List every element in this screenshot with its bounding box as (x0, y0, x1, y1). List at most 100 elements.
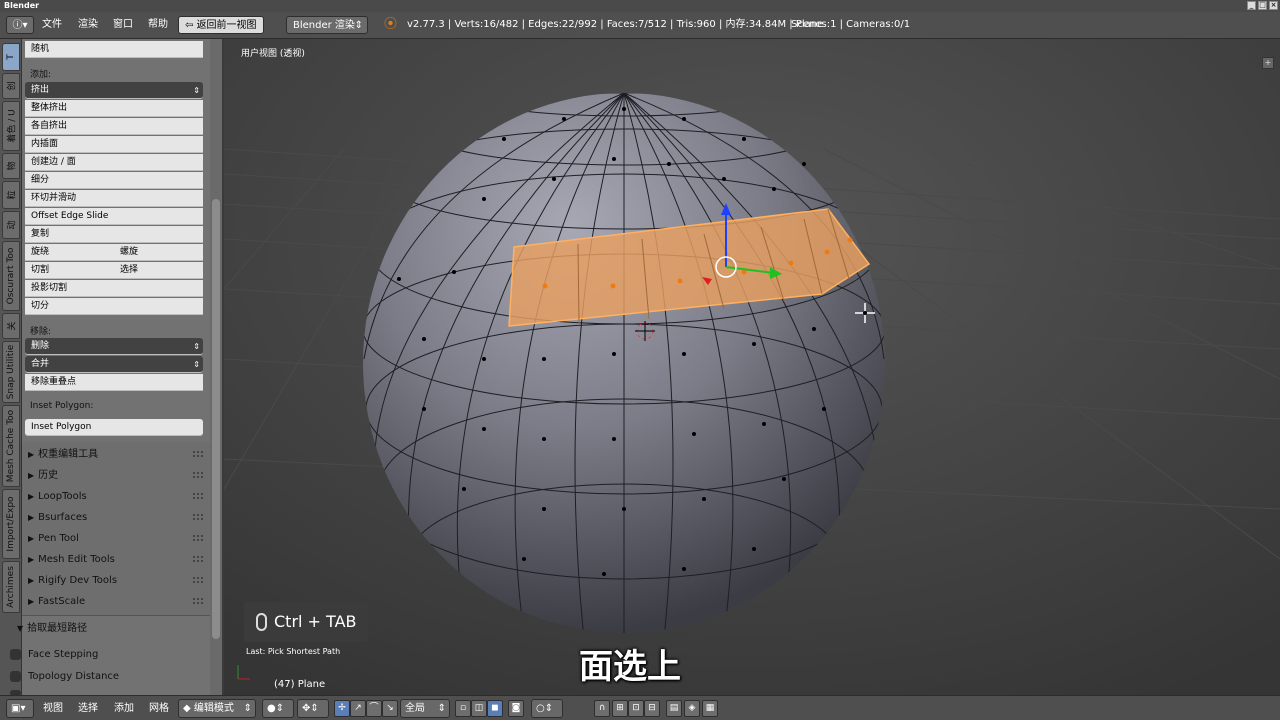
section-pen-tool[interactable]: ▶ Pen Tool (25, 528, 207, 549)
proportional-edit-select[interactable]: ○⇕ (531, 699, 563, 718)
key-hint: Ctrl + TAB (274, 612, 357, 631)
clapboard-icon[interactable]: ▦ (702, 700, 718, 717)
updown-icon: ⇕ (243, 703, 252, 714)
tab-oscurart[interactable]: Oscurart Too (2, 241, 20, 311)
tab-misc[interactable]: 粒 (2, 181, 20, 209)
drag-grip-icon[interactable] (193, 451, 203, 457)
tool-shelf-scrollbar[interactable] (210, 39, 222, 695)
tab-label: Oscurart Too (6, 247, 16, 305)
blender-logo-icon: ⦿ (384, 17, 398, 32)
magnet-icon[interactable]: ∩ (594, 700, 610, 717)
duplicate-button[interactable]: 复制 (25, 226, 203, 243)
tab-label: 粒 (7, 190, 18, 200)
section-looptools[interactable]: ▶ LoopTools (25, 486, 207, 507)
knife-select-button[interactable]: 选择 (114, 262, 203, 279)
minimize-icon[interactable]: _ (1247, 1, 1256, 10)
snap-options-icon[interactable]: ⊟ (644, 700, 660, 717)
tab-label: 着色 / U (7, 109, 18, 143)
close-icon[interactable]: × (1269, 1, 1278, 10)
camera-icon[interactable]: ◈ (684, 700, 700, 717)
menu-select[interactable]: 选择 (78, 701, 98, 717)
screw-button[interactable]: 螺旋 (114, 244, 203, 261)
menu-file[interactable]: 文件 (42, 17, 62, 33)
randomize-button[interactable]: 随机 (25, 41, 203, 58)
viewport-expand-icon[interactable]: + (1262, 57, 1274, 69)
section-rigify-dev-tools[interactable]: ▶ Rigify Dev Tools (25, 570, 207, 591)
drag-grip-icon[interactable] (193, 514, 203, 520)
edge-select-icon[interactable]: ◫ (471, 700, 487, 717)
translate-icon[interactable]: ↗ (350, 700, 366, 717)
remove-section-label: 移除: (30, 327, 52, 337)
3d-viewport[interactable]: 用户视图 (透视) + Ctrl + TAB Last: Pick Shorte… (224, 39, 1280, 695)
back-to-previous-button[interactable]: ⇦ 返回前一视图 (178, 16, 264, 34)
viewport-canvas[interactable] (224, 39, 1280, 695)
inset-polygon-button[interactable]: Inset Polygon (25, 419, 203, 436)
drag-grip-icon[interactable] (193, 493, 203, 499)
tab-animation[interactable]: 动 (2, 211, 20, 239)
tab-relations[interactable]: 关 (2, 313, 20, 339)
section-fastscale[interactable]: ▶ FastScale (25, 591, 207, 612)
extrude-region-button[interactable]: 整体挤出 (25, 100, 203, 117)
scrollbar-thumb[interactable] (212, 199, 220, 639)
loop-cut-slide-button[interactable]: 环切并滑动 (25, 190, 203, 207)
delete-dropdown[interactable]: 删除 ⇕ (25, 338, 203, 355)
section-history[interactable]: ▶ 历史 (25, 465, 207, 486)
drag-grip-icon[interactable] (193, 577, 203, 583)
face-select-icon[interactable]: ◼ (487, 700, 503, 717)
menu-add[interactable]: 添加 (114, 701, 134, 717)
render-preview-icon[interactable]: ▤ (666, 700, 682, 717)
shortest-path-header[interactable]: ▼ 拾取最短路径 (14, 618, 196, 639)
topology-distance-checkbox[interactable] (10, 671, 21, 682)
tab-import-export[interactable]: Import/Expo (2, 489, 20, 559)
tab-label: Mesh Cache Too (6, 409, 16, 483)
tab-shading-uv[interactable]: 着色 / U (2, 101, 20, 151)
extrude-individual-button[interactable]: 各自挤出 (25, 118, 203, 135)
subdivide-button[interactable]: 细分 (25, 172, 203, 189)
tab-physics[interactable]: 物 (2, 153, 20, 179)
tab-create[interactable]: 创 (2, 73, 20, 99)
knife-project-button[interactable]: 投影切割 (25, 280, 203, 297)
snap-element-icon[interactable]: ⊞ (612, 700, 628, 717)
extrude-dropdown[interactable]: 挤出 ⇕ (25, 82, 203, 99)
knife-button[interactable]: 切割 (25, 262, 114, 279)
shading-select[interactable]: ●⇕ (262, 699, 294, 718)
mode-select[interactable]: ◆ 编辑模式 ⇕ (178, 699, 256, 718)
manipulator-toggle-icon[interactable]: ✢ (334, 700, 350, 717)
remove-doubles-button[interactable]: 移除重叠点 (25, 374, 203, 391)
snap-target-icon[interactable]: ⊡ (628, 700, 644, 717)
menu-mesh[interactable]: 网格 (149, 701, 169, 717)
drag-grip-icon[interactable] (193, 598, 203, 604)
tab-mesh-cache[interactable]: Mesh Cache Too (2, 405, 20, 487)
tab-snap-utilities[interactable]: Snap Utilitie (2, 341, 20, 403)
menu-help[interactable]: 帮助 (148, 17, 168, 33)
menu-view[interactable]: 视图 (43, 701, 63, 717)
editor-type-info-icon[interactable]: ⓘ▾ (6, 16, 34, 34)
drag-grip-icon[interactable] (193, 556, 203, 562)
vertex-select-icon[interactable]: ▫ (455, 700, 471, 717)
make-edge-face-button[interactable]: 创建边 / 面 (25, 154, 203, 171)
section-bsurfaces[interactable]: ▶ Bsurfaces (25, 507, 207, 528)
proportional-icon: ○⇕ (536, 703, 554, 714)
drag-grip-icon[interactable] (193, 472, 203, 478)
rotate-icon[interactable]: ⌒ (366, 700, 382, 717)
maximize-icon[interactable]: □ (1258, 1, 1267, 10)
tab-archimesh[interactable]: Archimes (2, 561, 20, 613)
orientation-select[interactable]: 全局 ⇕ (400, 699, 450, 718)
merge-dropdown[interactable]: 合并 ⇕ (25, 356, 203, 373)
tab-tools[interactable]: T (2, 43, 20, 71)
pivot-select[interactable]: ✥⇕ (297, 699, 329, 718)
menu-render[interactable]: 渲染 (78, 17, 98, 33)
spin-button[interactable]: 旋绕 (25, 244, 114, 261)
drag-grip-icon[interactable] (193, 535, 203, 541)
face-stepping-checkbox[interactable] (10, 649, 21, 660)
section-weight-tools[interactable]: ▶ 权重编辑工具 (25, 444, 207, 465)
inset-faces-button[interactable]: 内插面 (25, 136, 203, 153)
render-engine-select[interactable]: Blender 渲染 ⇕ (286, 16, 368, 34)
menu-window[interactable]: 窗口 (113, 17, 133, 33)
section-mesh-edit-tools[interactable]: ▶ Mesh Edit Tools (25, 549, 207, 570)
offset-edge-slide-button[interactable]: Offset Edge Slide (25, 208, 203, 225)
bisect-button[interactable]: 切分 (25, 298, 203, 315)
editor-type-3d-view-icon[interactable]: ▣▾ (6, 699, 34, 718)
scale-icon[interactable]: ↘ (382, 700, 398, 717)
occlude-geometry-icon[interactable]: ◙ (508, 700, 524, 717)
